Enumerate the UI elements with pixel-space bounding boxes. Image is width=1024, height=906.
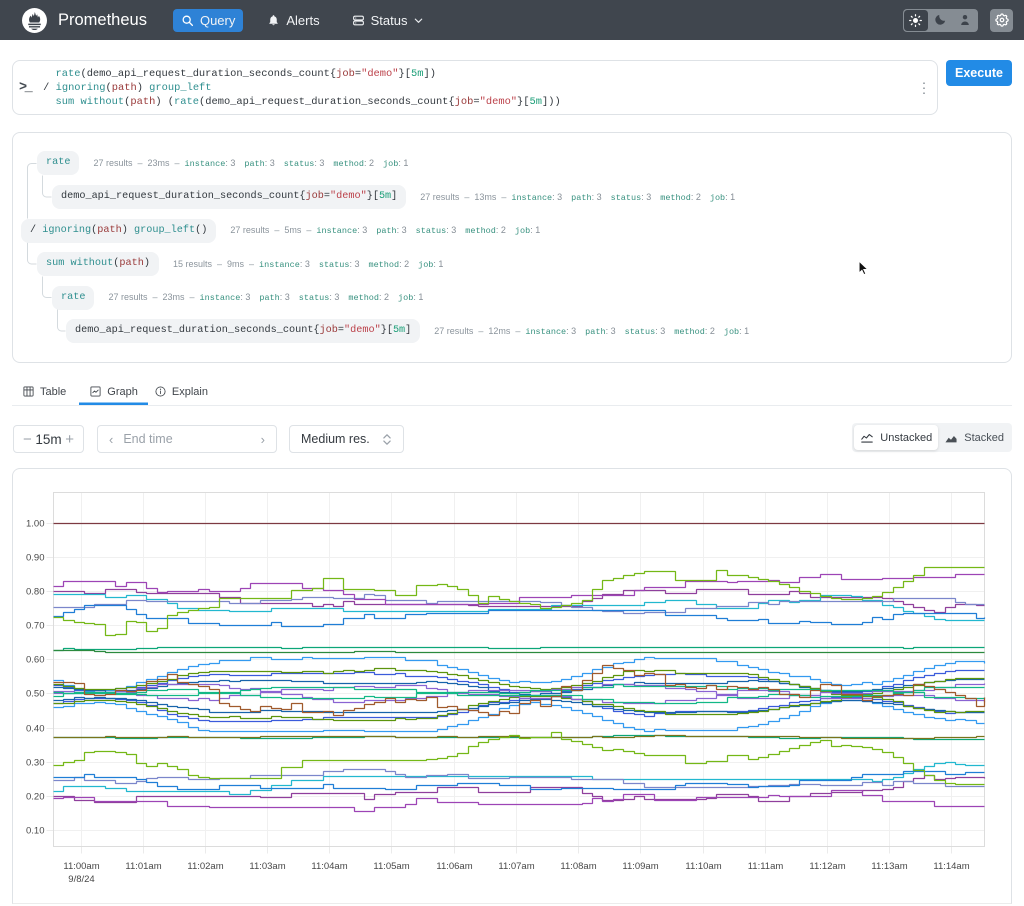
svg-text:11:08am: 11:08am [560,861,596,872]
svg-text:11:06am: 11:06am [436,861,472,872]
svg-text:11:05am: 11:05am [373,861,409,872]
svg-text:11:11am: 11:11am [748,861,784,872]
svg-text:11:09am: 11:09am [622,861,658,872]
svg-text:11:12am: 11:12am [809,861,845,872]
svg-text:0.90: 0.90 [26,553,45,564]
svg-text:11:13am: 11:13am [871,861,907,872]
svg-text:0.10: 0.10 [26,826,45,837]
svg-text:0.30: 0.30 [26,758,45,769]
svg-text:0.60: 0.60 [26,655,45,666]
svg-text:11:04am: 11:04am [311,861,347,872]
svg-text:11:01am: 11:01am [125,861,161,872]
svg-text:1.00: 1.00 [26,519,45,530]
svg-text:11:03am: 11:03am [249,861,285,872]
svg-text:11:07am: 11:07am [498,861,534,872]
svg-text:11:02am: 11:02am [187,861,223,872]
svg-text:0.40: 0.40 [26,724,45,735]
svg-text:11:00am: 11:00am [63,861,99,872]
svg-text:0.80: 0.80 [26,587,45,598]
svg-text:0.20: 0.20 [26,792,45,803]
svg-text:11:10am: 11:10am [685,861,721,872]
svg-text:11:14am: 11:14am [933,861,969,872]
svg-text:9/8/24: 9/8/24 [68,874,94,885]
svg-text:0.50: 0.50 [26,689,45,700]
svg-text:0.70: 0.70 [26,621,45,632]
